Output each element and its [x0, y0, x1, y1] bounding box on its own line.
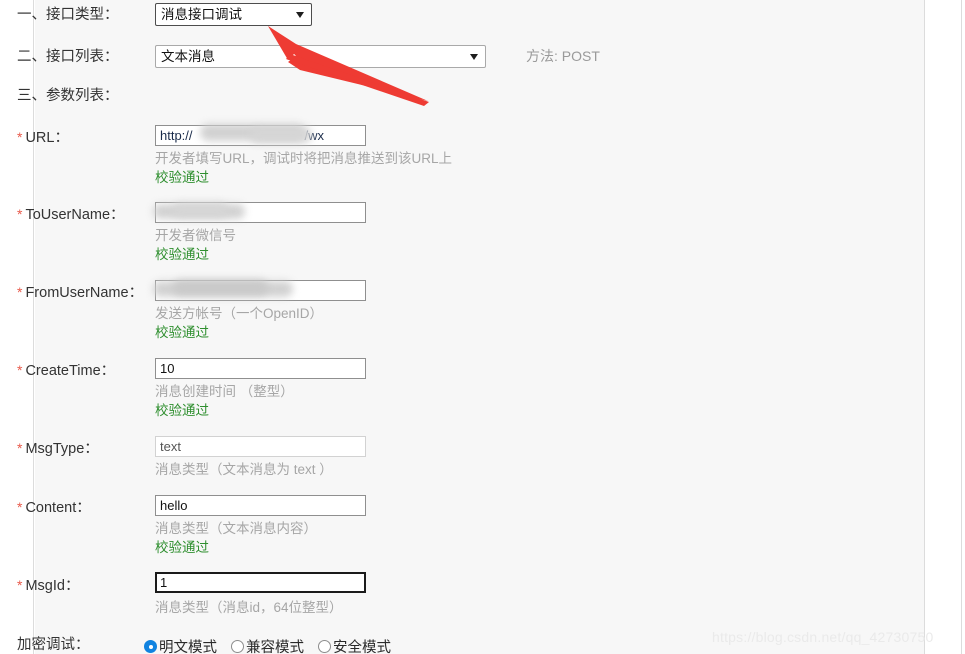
content-label-text: Content： — [25, 500, 91, 516]
required-asterisk: * — [17, 440, 23, 456]
content-hint: 消息类型（文本消息内容） — [155, 521, 317, 536]
required-asterisk: * — [17, 284, 23, 300]
url-label: * URL： — [17, 128, 167, 147]
interface-type-select[interactable]: 消息接口调试 — [155, 3, 312, 26]
radio-secure-label: 安全模式 — [333, 640, 391, 654]
radio-dot-icon[interactable] — [144, 640, 157, 653]
url-status: 校验通过 — [155, 170, 209, 185]
msgid-label-text: MsgId： — [25, 578, 80, 594]
fromusername-status: 校验通过 — [155, 325, 209, 340]
fromusername-hint: 发送方帐号（一个OpenID） — [155, 306, 324, 321]
chevron-down-icon — [470, 54, 478, 60]
createtime-status: 校验通过 — [155, 403, 209, 418]
url-redaction-2 — [250, 127, 312, 143]
required-asterisk: * — [17, 206, 23, 222]
msgtype-hint: 消息类型（文本消息为 text ） — [155, 462, 333, 477]
page-root: 一、接口类型： 消息接口调试 二、接口列表： 文本消息 方法: POST 三、参… — [0, 0, 965, 654]
interface-list-label: 二、接口列表： — [17, 49, 119, 65]
radio-plaintext-label: 明文模式 — [159, 640, 217, 654]
createtime-input[interactable]: 10 — [155, 358, 366, 379]
createtime-hint: 消息创建时间 （整型） — [155, 384, 294, 399]
tousername-redaction-2 — [173, 203, 228, 217]
tousername-label: * ToUserName： — [17, 205, 167, 224]
fromusername-label-text: FromUserName： — [25, 285, 144, 301]
required-asterisk: * — [17, 577, 23, 593]
chevron-down-icon — [296, 12, 304, 18]
interface-list-select[interactable]: 文本消息 — [155, 45, 486, 68]
createtime-label-text: CreateTime： — [25, 363, 116, 379]
fromusername-redaction-2 — [173, 280, 268, 295]
msgtype-input: text — [155, 436, 366, 457]
url-label-text: URL： — [25, 130, 69, 146]
fromusername-label: * FromUserName： — [17, 283, 167, 302]
radio-secure[interactable]: 安全模式 — [318, 636, 391, 654]
msgtype-label: * MsgType： — [17, 439, 167, 458]
required-asterisk: * — [17, 362, 23, 378]
interface-list-select-value: 文本消息 — [161, 49, 215, 64]
msgid-input[interactable]: 1 — [155, 572, 366, 593]
tousername-status: 校验通过 — [155, 247, 209, 262]
content-label: * Content： — [17, 498, 167, 517]
url-hint: 开发者填写URL，调试时将把消息推送到该URL上 — [155, 151, 453, 166]
required-asterisk: * — [17, 129, 23, 145]
msgid-label: * MsgId： — [17, 576, 167, 595]
radio-dot-icon[interactable] — [231, 640, 244, 653]
radio-dot-icon[interactable] — [318, 640, 331, 653]
tousername-label-text: ToUserName： — [25, 207, 125, 223]
right-gutter — [926, 0, 962, 654]
url-input-prefix: http:// — [160, 128, 193, 143]
interface-type-label: 一、接口类型： — [17, 7, 119, 23]
createtime-label: * CreateTime： — [17, 361, 167, 380]
msgtype-label-text: MsgType： — [25, 441, 99, 457]
radio-compatible-label: 兼容模式 — [246, 640, 304, 654]
encryption-radio-group: 明文模式 兼容模式 安全模式 — [144, 636, 391, 654]
param-list-label: 三、参数列表： — [17, 88, 119, 104]
msgid-hint: 消息类型（消息id，64位整型） — [155, 600, 343, 615]
content-input[interactable]: hello — [155, 495, 366, 516]
tousername-hint: 开发者微信号 — [155, 228, 236, 243]
radio-compatible[interactable]: 兼容模式 — [231, 636, 304, 654]
method-label: 方法: POST — [526, 48, 600, 64]
radio-plaintext[interactable]: 明文模式 — [144, 636, 217, 654]
content-status: 校验通过 — [155, 540, 209, 555]
required-asterisk: * — [17, 499, 23, 515]
watermark: https://blog.csdn.net/qq_42730750 — [712, 629, 934, 645]
interface-type-select-value: 消息接口调试 — [161, 7, 242, 22]
